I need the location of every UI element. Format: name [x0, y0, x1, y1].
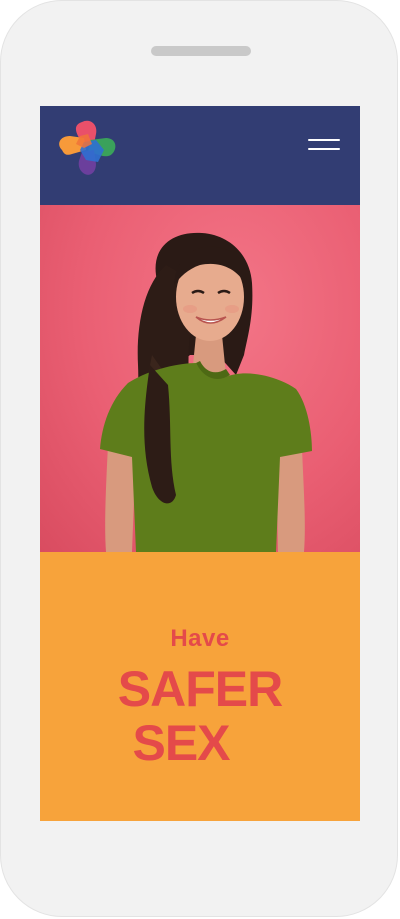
top-navigation-bar [40, 106, 360, 205]
promo-banner: Have SAFER SEX [40, 552, 360, 821]
cross-logo-icon[interactable] [54, 116, 120, 182]
promo-heading-sex: SEX [132, 715, 230, 771]
app-screen: Have SAFER SEX [40, 106, 360, 821]
hero-photo [40, 205, 360, 552]
phone-speaker [151, 46, 251, 56]
promo-heading-have: Have [170, 625, 230, 652]
promo-heading-safer: SAFER [117, 661, 283, 717]
hamburger-menu-icon[interactable] [308, 137, 342, 157]
